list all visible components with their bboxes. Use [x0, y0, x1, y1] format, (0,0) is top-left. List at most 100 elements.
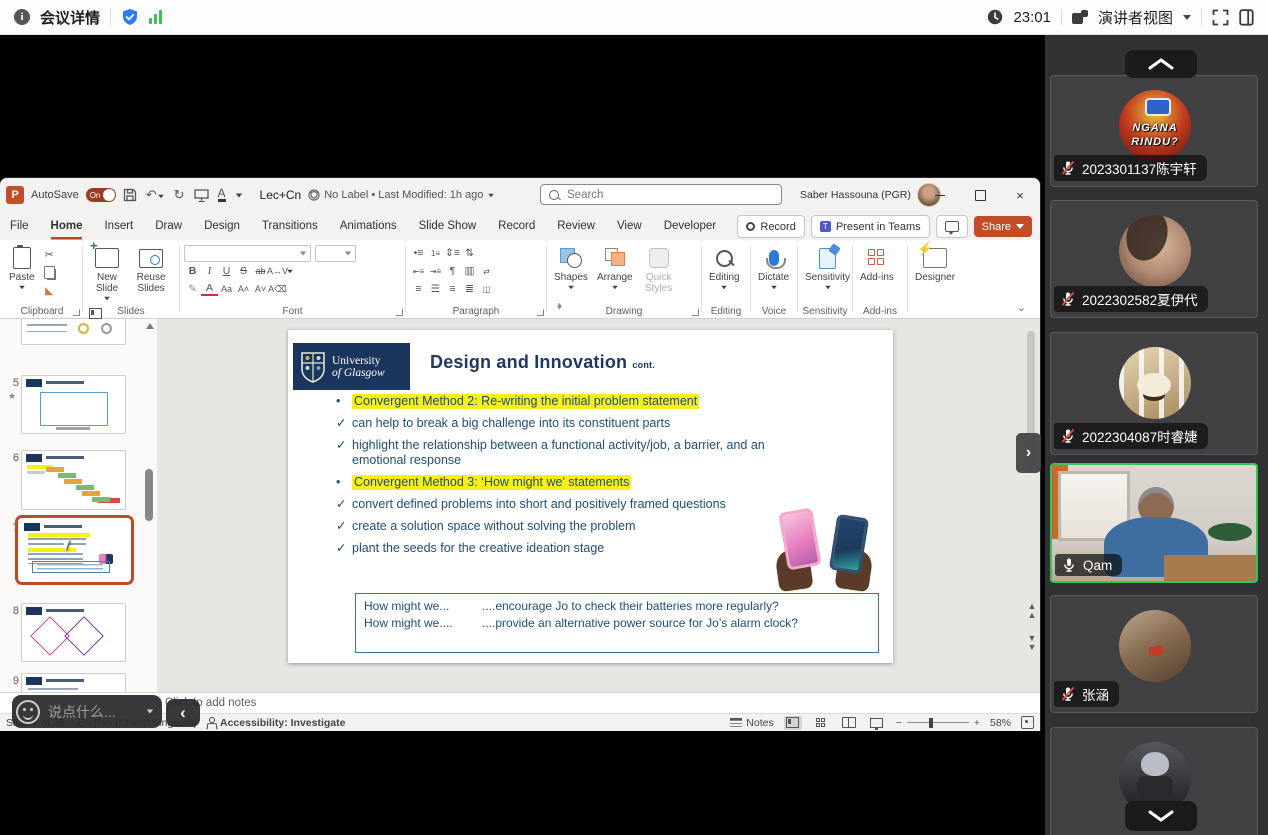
previous-slide-button[interactable]: ▲▲: [1025, 602, 1039, 620]
powerpoint-logo-icon[interactable]: P: [6, 186, 24, 204]
paragraph-dialog-launcher[interactable]: [537, 309, 544, 316]
font-color-icon[interactable]: A: [201, 283, 218, 296]
sensitivity-button[interactable]: Sensitivity: [802, 244, 853, 292]
editing-button[interactable]: Editing: [706, 244, 743, 292]
restore-button[interactable]: [960, 178, 1000, 212]
columns-icon[interactable]: ▥: [461, 264, 478, 279]
zoom-slider-thumb[interactable]: [929, 718, 933, 728]
text-direction-icon[interactable]: ⇄: [478, 264, 495, 279]
sensitivity-label-status[interactable]: No Label • Last Modified: 1h ago: [308, 189, 495, 201]
paste-button[interactable]: Paste: [6, 244, 38, 292]
strikethrough-icon[interactable]: S: [235, 264, 252, 279]
reading-view-button[interactable]: [840, 716, 858, 730]
ribbon-tab-home[interactable]: Home: [51, 215, 83, 237]
save-icon[interactable]: [123, 188, 137, 202]
network-signal-icon[interactable]: [149, 10, 162, 24]
paragraph-marks-icon[interactable]: ¶: [444, 264, 461, 279]
dictate-button[interactable]: Dictate: [755, 244, 792, 292]
participant-tile-3[interactable]: 2022304087时睿婕: [1050, 332, 1258, 455]
slideshow-view-button[interactable]: [868, 716, 886, 730]
meeting-details-label[interactable]: 会议详情: [40, 7, 100, 28]
chevron-down-icon[interactable]: [287, 269, 293, 273]
search-box[interactable]: [540, 184, 782, 205]
scroll-participants-down-button[interactable]: [1125, 801, 1197, 831]
addins-button[interactable]: Add-ins: [857, 244, 897, 285]
designer-button[interactable]: Designer: [912, 244, 958, 285]
slide-thumbnail-6[interactable]: [21, 450, 126, 510]
view-mode-selector[interactable]: 演讲者视图: [1098, 7, 1173, 28]
convert-smartart-icon[interactable]: ◫: [478, 282, 495, 297]
chat-quick-input[interactable]: 说点什么...: [12, 695, 162, 728]
ribbon-tab-record[interactable]: Record: [498, 215, 535, 237]
fit-slide-to-window-icon[interactable]: [1021, 716, 1034, 729]
sidebar-toggle-icon[interactable]: [1239, 9, 1254, 26]
ribbon-tab-animations[interactable]: Animations: [340, 215, 397, 237]
decrease-indent-icon[interactable]: ⇤≡: [410, 264, 427, 279]
bold-icon[interactable]: B: [184, 264, 201, 279]
participant-tile-1[interactable]: NGANARINDU?2023301137陈宇轩: [1050, 75, 1258, 187]
numbering-icon[interactable]: 1≡: [427, 246, 444, 261]
selected-slide-frame[interactable]: [15, 515, 134, 585]
present-in-teams-button[interactable]: TPresent in Teams: [811, 215, 930, 238]
cut-icon[interactable]: ✂: [41, 247, 58, 262]
justify-icon[interactable]: ≣: [461, 282, 478, 297]
ribbon-tab-review[interactable]: Review: [557, 215, 595, 237]
accessibility-status[interactable]: Accessibility: Investigate: [220, 717, 345, 729]
slide-sorter-view-button[interactable]: [812, 716, 830, 730]
highlight-pen-icon[interactable]: ✎: [184, 282, 201, 297]
shapes-button[interactable]: Shapes: [551, 244, 591, 292]
italic-icon[interactable]: I: [201, 264, 218, 279]
scrollbar-thumb[interactable]: [145, 469, 153, 521]
new-slide-button[interactable]: New Slide: [87, 244, 127, 303]
redo-icon[interactable]: ↻: [174, 187, 185, 203]
ribbon-tab-draw[interactable]: Draw: [155, 215, 182, 237]
thumbnail-scrollbar[interactable]: [145, 323, 154, 688]
next-slide-button[interactable]: ▼▼: [1025, 634, 1039, 652]
collapse-ribbon-icon[interactable]: ⌄: [1017, 301, 1026, 314]
chevron-down-icon[interactable]: [147, 710, 153, 714]
notes-toggle[interactable]: Notes: [730, 717, 773, 729]
scroll-up-icon[interactable]: [146, 323, 154, 329]
ribbon-tab-developer[interactable]: Developer: [664, 215, 716, 237]
document-title[interactable]: Lec+Cn: [260, 188, 302, 202]
slide-thumbnail-5[interactable]: [21, 375, 126, 434]
font-name-combobox[interactable]: [184, 245, 311, 262]
ribbon-tab-design[interactable]: Design: [204, 215, 240, 237]
chat-input[interactable]: 说点什么...: [48, 702, 138, 722]
scroll-participants-up-button[interactable]: [1125, 50, 1197, 78]
shrink-font-icon[interactable]: A˅: [252, 282, 269, 297]
bullets-icon[interactable]: •≡: [410, 246, 427, 261]
clipboard-dialog-launcher[interactable]: [73, 309, 80, 316]
participant-tile-2[interactable]: 2022302582夏伊代: [1050, 200, 1258, 318]
expand-panel-button[interactable]: ›: [1016, 433, 1041, 473]
comments-button[interactable]: [936, 215, 968, 238]
collapse-chat-button[interactable]: ‹: [166, 699, 200, 727]
zoom-percentage[interactable]: 58%: [990, 717, 1011, 729]
ribbon-tab-insert[interactable]: Insert: [104, 215, 133, 237]
share-button[interactable]: Share: [974, 216, 1032, 237]
quick-styles-button[interactable]: Quick Styles: [639, 244, 679, 296]
slide-thumbnail-7[interactable]: [20, 520, 123, 576]
underline-icon[interactable]: U: [218, 264, 235, 279]
change-case-icon[interactable]: Aa: [218, 282, 235, 297]
meeting-info-icon[interactable]: i: [14, 9, 30, 25]
font-color-icon[interactable]: A: [218, 188, 226, 202]
autosave-toggle[interactable]: On: [86, 188, 116, 202]
font-dialog-launcher[interactable]: [396, 309, 403, 316]
drawing-dialog-launcher[interactable]: [692, 309, 699, 316]
normal-view-button[interactable]: [784, 716, 802, 730]
copy-icon[interactable]: [41, 265, 58, 280]
record-button[interactable]: Record: [737, 215, 804, 238]
close-button[interactable]: ×: [1000, 178, 1040, 212]
minimize-button[interactable]: [920, 178, 960, 212]
search-input[interactable]: [565, 188, 773, 202]
chevron-down-icon[interactable]: [1183, 15, 1191, 20]
slide-editing-surface[interactable]: University of Glasgow Design and Innovat…: [288, 330, 893, 663]
zoom-slider[interactable]: −+: [896, 717, 980, 729]
ribbon-tab-slide-show[interactable]: Slide Show: [419, 215, 477, 237]
undo-icon[interactable]: ↶: [146, 187, 165, 203]
align-center-icon[interactable]: ☰: [427, 282, 444, 297]
increase-indent-icon[interactable]: ⇥≡: [427, 264, 444, 279]
slide-thumbnail-partial[interactable]: [21, 319, 126, 345]
participant-tile-4[interactable]: Qam: [1050, 463, 1258, 583]
